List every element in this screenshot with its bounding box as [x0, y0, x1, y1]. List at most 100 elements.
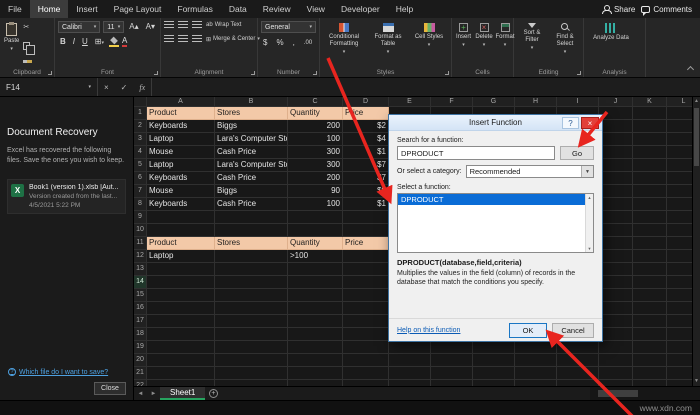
percent-style-icon[interactable]: % — [274, 38, 285, 48]
cell-A11[interactable]: Product — [147, 237, 215, 250]
cell-K10[interactable] — [633, 224, 667, 237]
cell-B8[interactable]: Cash Price — [215, 198, 288, 211]
row-header-13[interactable]: 13 — [134, 263, 147, 276]
cell-C12[interactable]: >100 — [288, 250, 343, 263]
cell-A15[interactable] — [147, 289, 215, 302]
cell-J3[interactable] — [599, 133, 633, 146]
cell-K14[interactable] — [633, 276, 667, 289]
cell-K22[interactable] — [633, 380, 667, 386]
sheet-nav-right-icon[interactable]: ► — [147, 387, 160, 400]
cell-styles-button[interactable]: Cell Styles ▾ — [411, 21, 447, 66]
styles-dialog-launcher[interactable] — [445, 71, 449, 75]
cell-A2[interactable]: Keyboards — [147, 120, 215, 133]
cell-F21[interactable] — [431, 367, 473, 380]
cell-E20[interactable] — [389, 354, 431, 367]
cell-J2[interactable] — [599, 120, 633, 133]
format-cells-button[interactable]: Format ▾ — [496, 21, 515, 66]
recovered-file-item[interactable]: X Book1 (version 1).xlsb [Aut... Version… — [7, 178, 126, 214]
cell-J9[interactable] — [599, 211, 633, 224]
cell-B19[interactable] — [215, 341, 288, 354]
cell-B21[interactable] — [215, 367, 288, 380]
editing-dialog-launcher[interactable] — [577, 71, 581, 75]
row-header-14[interactable]: 14 — [134, 276, 147, 289]
cell-J21[interactable] — [599, 367, 633, 380]
cell-D6[interactable]: $7 — [343, 172, 389, 185]
cell-H21[interactable] — [515, 367, 557, 380]
cell-K13[interactable] — [633, 263, 667, 276]
cell-J17[interactable] — [599, 315, 633, 328]
share-button[interactable]: Share — [601, 4, 635, 14]
tab-formulas[interactable]: Formulas — [169, 0, 220, 18]
row-header-7[interactable]: 7 — [134, 185, 147, 198]
cell-D7[interactable]: $9 — [343, 185, 389, 198]
cell-A17[interactable] — [147, 315, 215, 328]
tab-file[interactable]: File — [0, 0, 30, 18]
cancel-button[interactable]: Cancel — [552, 322, 594, 338]
cell-H22[interactable] — [515, 380, 557, 386]
dialog-close-button[interactable]: × — [581, 117, 599, 129]
cell-B15[interactable] — [215, 289, 288, 302]
row-header-22[interactable]: 22 — [134, 380, 147, 386]
cell-A8[interactable]: Keyboards — [147, 198, 215, 211]
insert-cells-button[interactable]: + Insert ▾ — [455, 21, 472, 66]
cell-J22[interactable] — [599, 380, 633, 386]
alignment-dialog-launcher[interactable] — [251, 71, 255, 75]
row-header-1[interactable]: 1 — [134, 107, 147, 120]
row-header-9[interactable]: 9 — [134, 211, 147, 224]
cell-B12[interactable] — [215, 250, 288, 263]
row-header-3[interactable]: 3 — [134, 133, 147, 146]
cell-C4[interactable]: 300 — [288, 146, 343, 159]
delete-cells-button[interactable]: × Delete ▾ — [475, 21, 493, 66]
bold-button[interactable]: B — [58, 37, 68, 47]
tab-data[interactable]: Data — [221, 0, 255, 18]
copy-icon[interactable] — [23, 41, 36, 55]
cell-J18[interactable] — [599, 328, 633, 341]
cell-C15[interactable] — [288, 289, 343, 302]
paste-button[interactable]: Paste ▾ — [3, 21, 20, 66]
vertical-scrollbar[interactable]: ▲ ▼ — [692, 97, 700, 386]
cell-A20[interactable] — [147, 354, 215, 367]
cell-J15[interactable] — [599, 289, 633, 302]
cell-C22[interactable] — [288, 380, 343, 386]
cell-B20[interactable] — [215, 354, 288, 367]
row-header-21[interactable]: 21 — [134, 367, 147, 380]
column-header-B[interactable]: B — [215, 97, 288, 107]
cell-K11[interactable] — [633, 237, 667, 250]
cell-C13[interactable] — [288, 263, 343, 276]
cell-A13[interactable] — [147, 263, 215, 276]
search-function-input[interactable]: DPRODUCT — [397, 146, 555, 160]
cell-K20[interactable] — [633, 354, 667, 367]
cell-C7[interactable]: 90 — [288, 185, 343, 198]
cell-A16[interactable] — [147, 302, 215, 315]
vertical-scroll-thumb[interactable] — [694, 108, 699, 166]
cell-D16[interactable] — [343, 302, 389, 315]
cell-C20[interactable] — [288, 354, 343, 367]
align-bottom-icon[interactable] — [192, 21, 202, 29]
go-button[interactable]: Go — [560, 146, 594, 160]
row-header-12[interactable]: 12 — [134, 250, 147, 263]
cell-A10[interactable] — [147, 224, 215, 237]
cell-E21[interactable] — [389, 367, 431, 380]
cell-K7[interactable] — [633, 185, 667, 198]
dialog-title-bar[interactable]: Insert Function ? × — [389, 115, 602, 131]
conditional-formatting-button[interactable]: Conditional Formatting ▾ — [323, 21, 365, 66]
cell-B14[interactable] — [215, 276, 288, 289]
cell-J10[interactable] — [599, 224, 633, 237]
cell-D11[interactable]: Price — [343, 237, 389, 250]
cell-K1[interactable] — [633, 107, 667, 120]
row-header-18[interactable]: 18 — [134, 328, 147, 341]
font-size-select[interactable]: 11 ▾ — [103, 21, 125, 33]
cell-D9[interactable] — [343, 211, 389, 224]
cell-I21[interactable] — [557, 367, 599, 380]
cell-G21[interactable] — [473, 367, 515, 380]
row-header-20[interactable]: 20 — [134, 354, 147, 367]
italic-button[interactable]: I — [71, 37, 77, 47]
comments-button[interactable]: Comments — [641, 5, 692, 16]
cell-D5[interactable]: $7 — [343, 159, 389, 172]
cell-A3[interactable]: Laptop — [147, 133, 215, 146]
tab-view[interactable]: View — [299, 0, 333, 18]
cell-J20[interactable] — [599, 354, 633, 367]
format-painter-icon[interactable] — [23, 60, 33, 63]
align-center-icon[interactable] — [178, 35, 188, 43]
cell-D2[interactable]: $2 — [343, 120, 389, 133]
